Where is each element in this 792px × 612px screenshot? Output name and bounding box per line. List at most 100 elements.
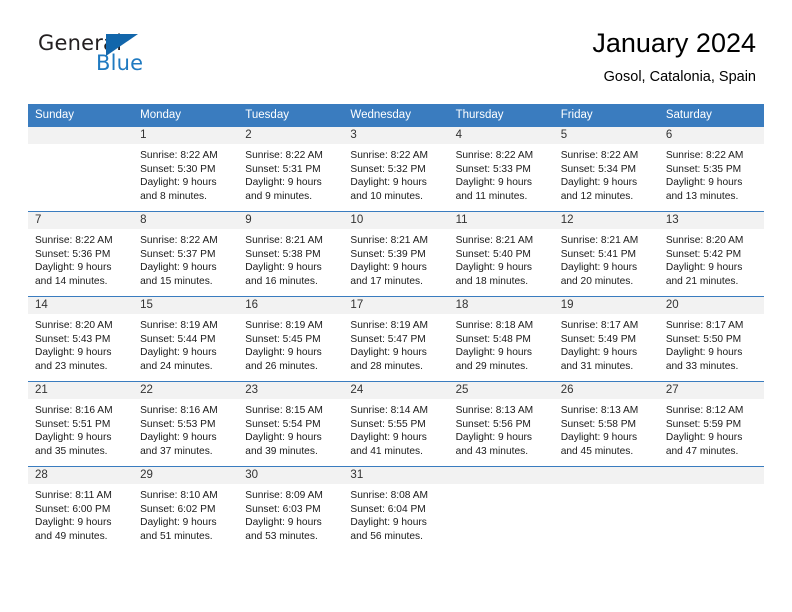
title-block: January 2024 Gosol, Catalonia, Spain [592,26,756,88]
page-header: General Blue January 2024 Gosol, Catalon… [28,26,764,98]
calendar-day-cell[interactable]: 13 Sunrise: 8:20 AM Sunset: 5:42 PM Dayl… [658,211,764,297]
calendar-day-cell[interactable]: 16 Sunrise: 8:19 AM Sunset: 5:45 PM Dayl… [238,296,344,382]
daylight-text-line1: Daylight: 9 hours [665,177,743,189]
calendar-day-cell[interactable]: 3 Sunrise: 8:22 AM Sunset: 5:32 PM Dayli… [343,127,449,212]
sunrise-text: Sunrise: 8:22 AM [140,150,218,161]
calendar-day-cell[interactable] [448,466,554,551]
day-number: 28 [28,467,134,484]
calendar-day-cell[interactable]: 7 Sunrise: 8:22 AM Sunset: 5:36 PM Dayli… [28,211,134,297]
day-number: 25 [448,382,554,399]
sunrise-text: Sunrise: 8:21 AM [455,235,534,246]
calendar-day-cell[interactable]: 19 Sunrise: 8:17 AM Sunset: 5:49 PM Dayl… [553,296,659,382]
calendar-day-cell[interactable] [553,466,659,551]
sunset-text: Sunset: 5:40 PM [455,248,531,260]
daylight-text-line2: and 18 minutes. [455,275,529,287]
daylight-text-line1: Daylight: 9 hours [245,347,322,359]
calendar-day-cell[interactable]: 20 Sunrise: 8:17 AM Sunset: 5:50 PM Dayl… [658,296,764,382]
daylight-text-line1: Daylight: 9 hours [455,432,533,444]
sunset-text: Sunset: 5:50 PM [665,333,742,345]
sunset-text: Sunset: 5:47 PM [350,333,426,345]
day-number: 26 [553,382,659,399]
calendar-day-cell[interactable]: 2 Sunrise: 8:22 AM Sunset: 5:31 PM Dayli… [238,127,344,212]
calendar-week-row: 28 Sunrise: 8:11 AM Sunset: 6:00 PM Dayl… [28,466,764,551]
day-number: 22 [133,382,239,399]
sunset-text: Sunset: 6:02 PM [140,503,216,515]
sunrise-text: Sunrise: 8:22 AM [455,150,534,161]
day-number: 3 [343,127,449,144]
sunset-text: Sunset: 5:32 PM [350,163,426,175]
calendar-day-cell[interactable]: 29 Sunrise: 8:10 AM Sunset: 6:02 PM Dayl… [133,466,239,551]
calendar-day-cell[interactable]: 28 Sunrise: 8:11 AM Sunset: 6:00 PM Dayl… [28,466,134,551]
calendar-day-cell[interactable]: 9 Sunrise: 8:21 AM Sunset: 5:38 PM Dayli… [238,211,344,297]
daylight-text-line2: and 49 minutes. [35,530,108,542]
calendar-day-cell[interactable]: 27 Sunrise: 8:12 AM Sunset: 5:59 PM Dayl… [658,381,764,467]
sunrise-text: Sunrise: 8:21 AM [560,235,639,246]
daylight-text-line2: and 47 minutes. [665,445,739,457]
sunrise-text: Sunrise: 8:20 AM [35,320,113,331]
calendar-day-cell[interactable]: 26 Sunrise: 8:13 AM Sunset: 5:58 PM Dayl… [553,381,659,467]
daylight-text-line2: and 37 minutes. [140,445,213,457]
daylight-text-line2: and 24 minutes. [140,360,213,372]
calendar-day-cell[interactable]: 12 Sunrise: 8:21 AM Sunset: 5:41 PM Dayl… [553,211,659,297]
sunrise-text: Sunrise: 8:12 AM [665,405,744,416]
sunset-text: Sunset: 5:34 PM [560,163,637,175]
sunset-text: Sunset: 5:33 PM [455,163,531,175]
sunrise-text: Sunrise: 8:14 AM [350,405,429,416]
calendar-week-row: 14 Sunrise: 8:20 AM Sunset: 5:43 PM Dayl… [28,296,764,382]
calendar-day-cell[interactable]: 30 Sunrise: 8:09 AM Sunset: 6:03 PM Dayl… [238,466,344,551]
day-number: 5 [553,127,659,144]
sunrise-text: Sunrise: 8:22 AM [140,235,218,246]
weekday-header-sunday: Sunday [28,104,134,127]
calendar-day-cell[interactable]: 6 Sunrise: 8:22 AM Sunset: 5:35 PM Dayli… [658,127,764,212]
sunset-text: Sunset: 5:42 PM [665,248,742,260]
daylight-text-line1: Daylight: 9 hours [455,262,533,274]
calendar-day-cell[interactable]: 10 Sunrise: 8:21 AM Sunset: 5:39 PM Dayl… [343,211,449,297]
daylight-text-line1: Daylight: 9 hours [560,262,638,274]
calendar-day-cell[interactable]: 21 Sunrise: 8:16 AM Sunset: 5:51 PM Dayl… [28,381,134,467]
calendar-day-cell[interactable]: 4 Sunrise: 8:22 AM Sunset: 5:33 PM Dayli… [448,127,554,212]
sunset-text: Sunset: 5:36 PM [35,248,111,260]
day-number: 24 [343,382,449,399]
day-number: 10 [343,212,449,229]
calendar-day-cell[interactable] [658,466,764,551]
calendar-day-cell[interactable]: 14 Sunrise: 8:20 AM Sunset: 5:43 PM Dayl… [28,296,134,382]
weekday-header-tuesday: Tuesday [238,104,344,127]
general-blue-logo[interactable]: General Blue [38,31,278,91]
calendar-day-cell[interactable]: 5 Sunrise: 8:22 AM Sunset: 5:34 PM Dayli… [553,127,659,212]
daylight-text-line1: Daylight: 9 hours [140,177,217,189]
daylight-text-line1: Daylight: 9 hours [350,517,427,529]
day-number [553,467,659,484]
sunset-text: Sunset: 5:35 PM [665,163,742,175]
daylight-text-line1: Daylight: 9 hours [245,517,322,529]
day-number: 15 [133,297,239,314]
daylight-text-line2: and 39 minutes. [245,445,318,457]
day-number: 23 [238,382,344,399]
sunset-text: Sunset: 5:55 PM [350,418,426,430]
calendar-day-cell[interactable]: 11 Sunrise: 8:21 AM Sunset: 5:40 PM Dayl… [448,211,554,297]
sunset-text: Sunset: 6:00 PM [35,503,111,515]
sunset-text: Sunset: 5:49 PM [560,333,637,345]
calendar-day-cell[interactable]: 15 Sunrise: 8:19 AM Sunset: 5:44 PM Dayl… [133,296,239,382]
calendar-table: Sunday Monday Tuesday Wednesday Thursday… [28,104,764,551]
sunrise-text: Sunrise: 8:22 AM [35,235,113,246]
calendar-day-cell[interactable]: 8 Sunrise: 8:22 AM Sunset: 5:37 PM Dayli… [133,211,239,297]
daylight-text-line2: and 8 minutes. [140,190,207,202]
calendar-day-cell[interactable]: 18 Sunrise: 8:18 AM Sunset: 5:48 PM Dayl… [448,296,554,382]
calendar-day-cell[interactable]: 1 Sunrise: 8:22 AM Sunset: 5:30 PM Dayli… [133,127,239,212]
calendar-day-cell[interactable]: 24 Sunrise: 8:14 AM Sunset: 5:55 PM Dayl… [343,381,449,467]
calendar-day-cell[interactable]: 22 Sunrise: 8:16 AM Sunset: 5:53 PM Dayl… [133,381,239,467]
calendar-day-cell[interactable]: 31 Sunrise: 8:08 AM Sunset: 6:04 PM Dayl… [343,466,449,551]
daylight-text-line1: Daylight: 9 hours [665,347,743,359]
daylight-text-line1: Daylight: 9 hours [245,432,322,444]
calendar-day-cell[interactable] [28,127,134,212]
daylight-text-line1: Daylight: 9 hours [560,177,638,189]
calendar-day-cell[interactable]: 23 Sunrise: 8:15 AM Sunset: 5:54 PM Dayl… [238,381,344,467]
page-title: January 2024 [592,28,756,58]
daylight-text-line1: Daylight: 9 hours [350,347,427,359]
calendar-day-cell[interactable]: 25 Sunrise: 8:13 AM Sunset: 5:56 PM Dayl… [448,381,554,467]
day-number: 30 [238,467,344,484]
daylight-text-line2: and 20 minutes. [560,275,634,287]
daylight-text-line2: and 9 minutes. [245,190,313,202]
calendar-day-cell[interactable]: 17 Sunrise: 8:19 AM Sunset: 5:47 PM Dayl… [343,296,449,382]
daylight-text-line1: Daylight: 9 hours [350,432,427,444]
